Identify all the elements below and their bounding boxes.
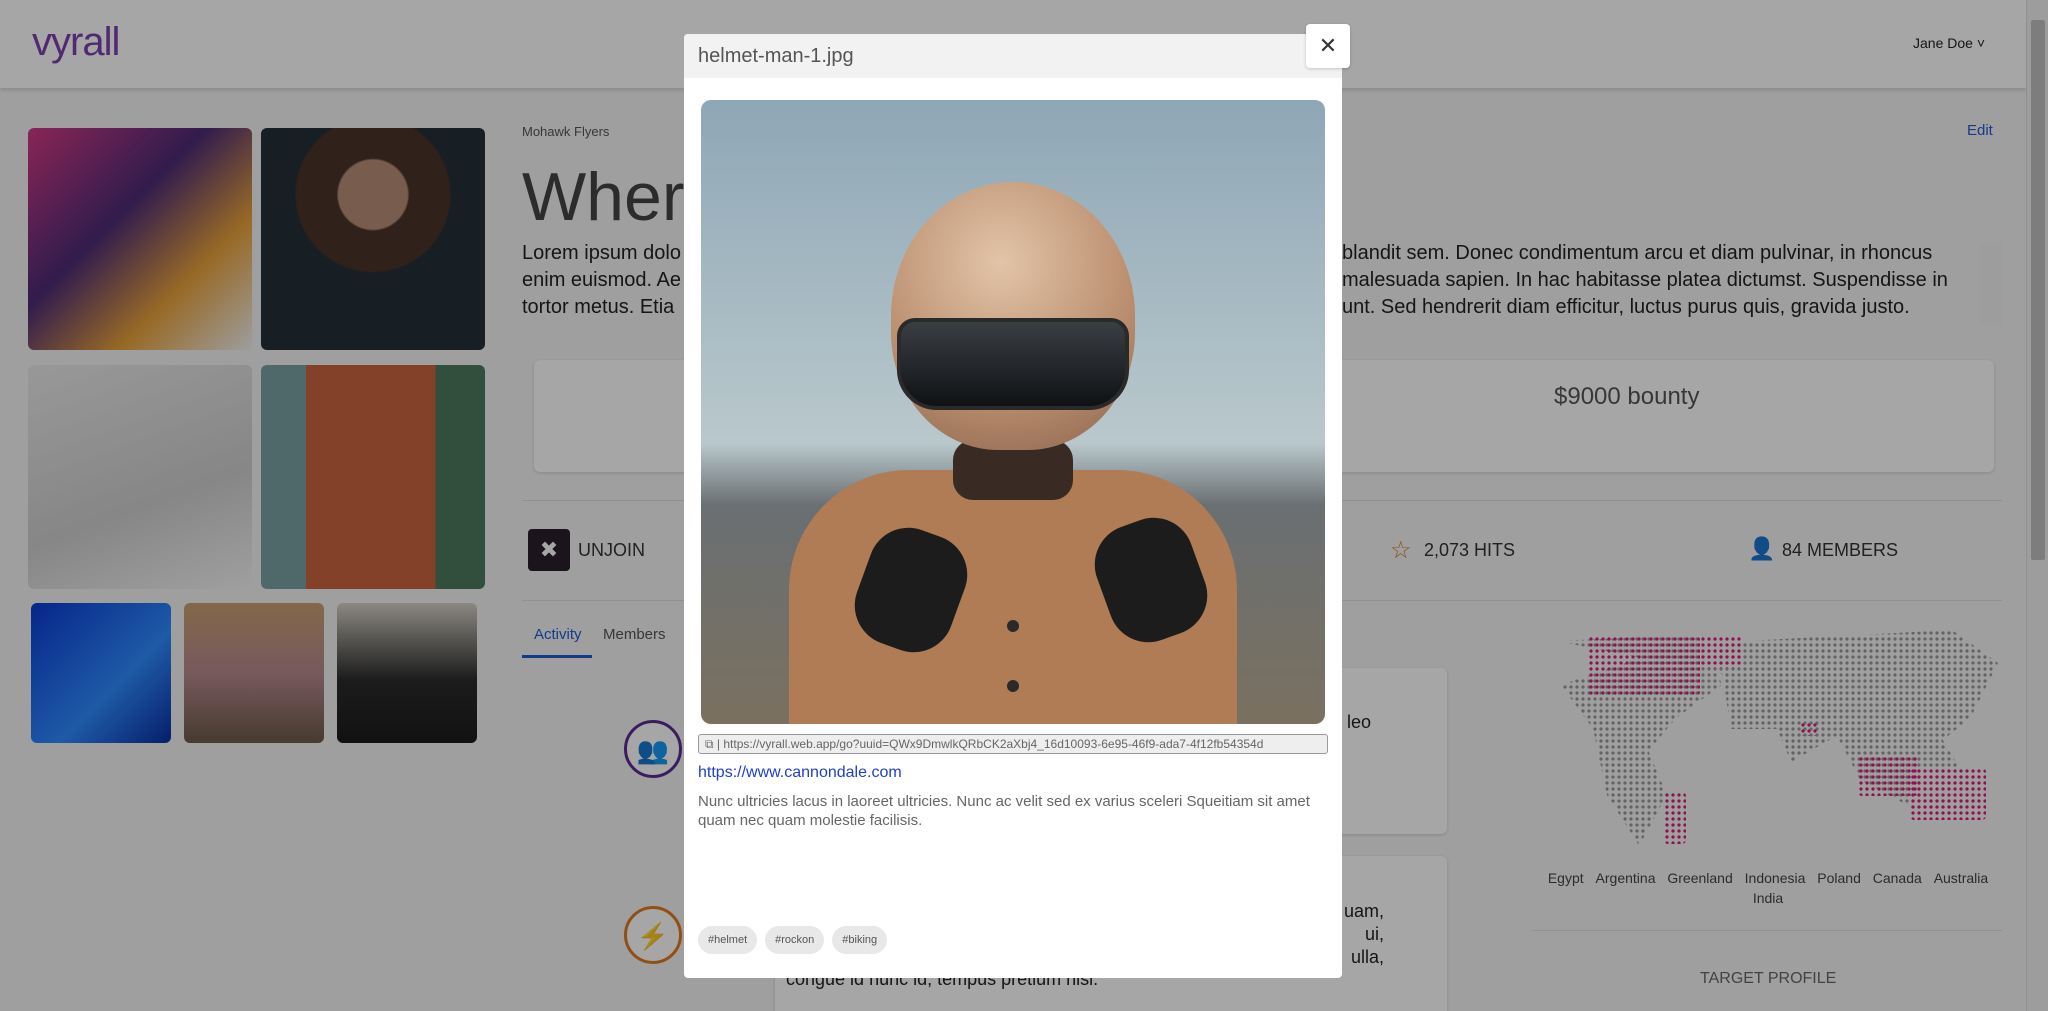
tag-chip[interactable]: #helmet bbox=[698, 926, 758, 954]
app-window: vyrall Jane Doe ˅ Mohawk Flyers Edit Whe… bbox=[0, 0, 2048, 1011]
tag-list: #helmet #rockon #biking bbox=[698, 926, 888, 954]
modal-description: Nunc ultricies lacus in laoreet ultricie… bbox=[698, 793, 1310, 829]
modal-header: helmet-man-1.jpg bbox=[684, 34, 1342, 78]
photo-visor bbox=[897, 318, 1129, 410]
photo-button bbox=[1007, 680, 1019, 692]
image-modal: helmet-man-1.jpg ⧉ | https://vyrall.web.… bbox=[684, 34, 1342, 978]
photo-button bbox=[1007, 620, 1019, 632]
tag-chip[interactable]: #rockon bbox=[765, 926, 825, 954]
share-url-field[interactable]: ⧉ | https://vyrall.web.app/go?uuid=QWx9D… bbox=[698, 734, 1328, 754]
share-url-text: | https://vyrall.web.app/go?uuid=QWx9Dmw… bbox=[716, 737, 1264, 751]
tag-chip[interactable]: #biking bbox=[832, 926, 888, 954]
copy-icon[interactable]: ⧉ bbox=[705, 737, 714, 751]
close-icon[interactable]: ✕ bbox=[1306, 24, 1350, 68]
modal-title: helmet-man-1.jpg bbox=[698, 45, 854, 67]
helmet-photo bbox=[701, 100, 1325, 724]
external-link[interactable]: https://www.cannondale.com bbox=[698, 764, 902, 782]
